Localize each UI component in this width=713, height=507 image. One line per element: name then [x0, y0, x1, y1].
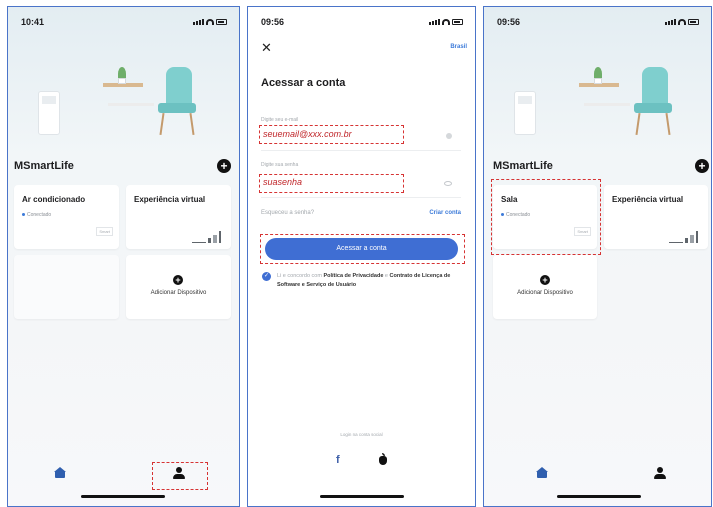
- highlight-email: [259, 125, 404, 144]
- battery-icon: [688, 19, 699, 25]
- home-indicator: [320, 495, 404, 498]
- device-tag: Smart: [96, 227, 113, 236]
- add-plus-icon[interactable]: +: [217, 159, 231, 173]
- status-time: 10:41: [21, 17, 45, 27]
- status-time: 09:56: [497, 17, 521, 27]
- apple-icon[interactable]: [379, 453, 387, 465]
- add-device-card[interactable]: + Adicionar Dispositivo: [126, 255, 231, 319]
- status-bar: 10:41: [21, 17, 227, 29]
- add-device-icon: +: [540, 275, 550, 285]
- status-icons: [429, 19, 463, 25]
- terms-text: Li e concordo com Política de Privacidad…: [277, 272, 463, 290]
- virtual-experience-card[interactable]: Experiência virtual: [604, 185, 708, 249]
- signal-icon: [429, 19, 440, 25]
- add-device-label: Adicionar Dispositivo: [517, 290, 573, 296]
- add-device-card[interactable]: + Adicionar Dispositivo: [493, 255, 597, 319]
- wifi-icon: [678, 19, 686, 25]
- home-icon[interactable]: [54, 467, 66, 478]
- add-device-label: Adicionar Dispositivo: [150, 290, 207, 296]
- chair-leg: [159, 112, 165, 136]
- chair-back-illustration: [642, 67, 668, 107]
- phone-screen-home-connected: 09:56 MSmartLife + Sala Conectado Smart …: [483, 6, 712, 507]
- add-plus-icon[interactable]: +: [695, 159, 709, 173]
- region-selector[interactable]: Brasil: [450, 44, 467, 50]
- status-bar: 09:56: [497, 17, 699, 29]
- profile-icon[interactable]: [654, 467, 666, 479]
- password-label: Digite sua senha: [261, 162, 299, 168]
- page-title: Acessar a conta: [261, 77, 346, 89]
- virtual-card-title: Experiência virtual: [612, 195, 684, 204]
- mini-devices-illustration: [669, 231, 698, 243]
- highlight-login-button: [260, 234, 465, 264]
- email-underline: [261, 150, 461, 151]
- app-title: MSmartLife: [14, 160, 74, 172]
- pot-illustration: [118, 78, 126, 84]
- clear-icon[interactable]: [446, 133, 452, 139]
- create-account-link[interactable]: Criar conta: [429, 210, 461, 216]
- add-device-icon: +: [173, 275, 183, 285]
- hero-illustration: [8, 57, 239, 149]
- tab-bar: [484, 454, 711, 506]
- agree-checkbox[interactable]: ✓: [262, 272, 271, 281]
- chair-leg: [189, 112, 195, 136]
- chair-seat-illustration: [158, 103, 196, 113]
- virtual-experience-card[interactable]: Experiência virtual: [126, 185, 231, 249]
- email-label: Digite seu e-mail: [261, 117, 299, 123]
- side-table-illustration: [108, 103, 154, 106]
- status-icons: [665, 19, 699, 25]
- device-card-air-conditioner[interactable]: Ar condicionado Conectado Smart: [14, 185, 119, 249]
- highlight-profile-tab: [152, 462, 208, 490]
- social-login-label: Login na conta social: [340, 432, 383, 437]
- signal-icon: [193, 19, 204, 25]
- phone-screen-login: 09:56 ✕ Brasil Acessar a conta Digite se…: [247, 6, 476, 507]
- chair-back-illustration: [166, 67, 192, 107]
- pot-illustration: [594, 78, 602, 84]
- hero-illustration: [484, 57, 711, 149]
- air-purifier-illustration: [38, 91, 60, 135]
- signal-icon: [665, 19, 676, 25]
- chair-leg: [635, 112, 641, 136]
- wifi-icon: [442, 19, 450, 25]
- status-dot-icon: [22, 213, 25, 217]
- terms-prefix: Li e concordo com: [277, 273, 324, 279]
- forgot-password-link[interactable]: Esqueceu a senha?: [261, 210, 314, 216]
- home-indicator: [81, 495, 165, 498]
- home-indicator: [557, 495, 641, 498]
- mini-devices-illustration: [192, 231, 221, 243]
- battery-icon: [216, 19, 227, 25]
- password-underline: [261, 197, 461, 198]
- battery-icon: [452, 19, 463, 25]
- device-status: Conectado: [22, 212, 51, 218]
- empty-card-slot: [14, 255, 119, 319]
- facebook-icon[interactable]: f: [336, 454, 340, 466]
- chair-leg: [665, 112, 671, 136]
- wifi-icon: [206, 19, 214, 25]
- highlight-password: [259, 174, 404, 193]
- virtual-card-title: Experiência virtual: [134, 195, 206, 204]
- side-table-illustration: [584, 103, 630, 106]
- privacy-policy-link[interactable]: Política de Privacidade: [323, 273, 383, 279]
- status-bar: 09:56: [261, 17, 463, 29]
- device-card-title: Ar condicionado: [22, 195, 86, 204]
- status-time: 09:56: [261, 17, 285, 27]
- eye-icon[interactable]: [444, 181, 452, 186]
- close-icon[interactable]: ✕: [261, 41, 272, 54]
- air-purifier-illustration: [514, 91, 536, 135]
- status-icons: [193, 19, 227, 25]
- chair-seat-illustration: [634, 103, 672, 113]
- home-icon[interactable]: [536, 467, 548, 478]
- phone-screen-home: 10:41 MSmartLife + Ar condicionado Conec…: [7, 6, 240, 507]
- app-title: MSmartLife: [493, 160, 553, 172]
- highlight-device-card: [491, 179, 601, 255]
